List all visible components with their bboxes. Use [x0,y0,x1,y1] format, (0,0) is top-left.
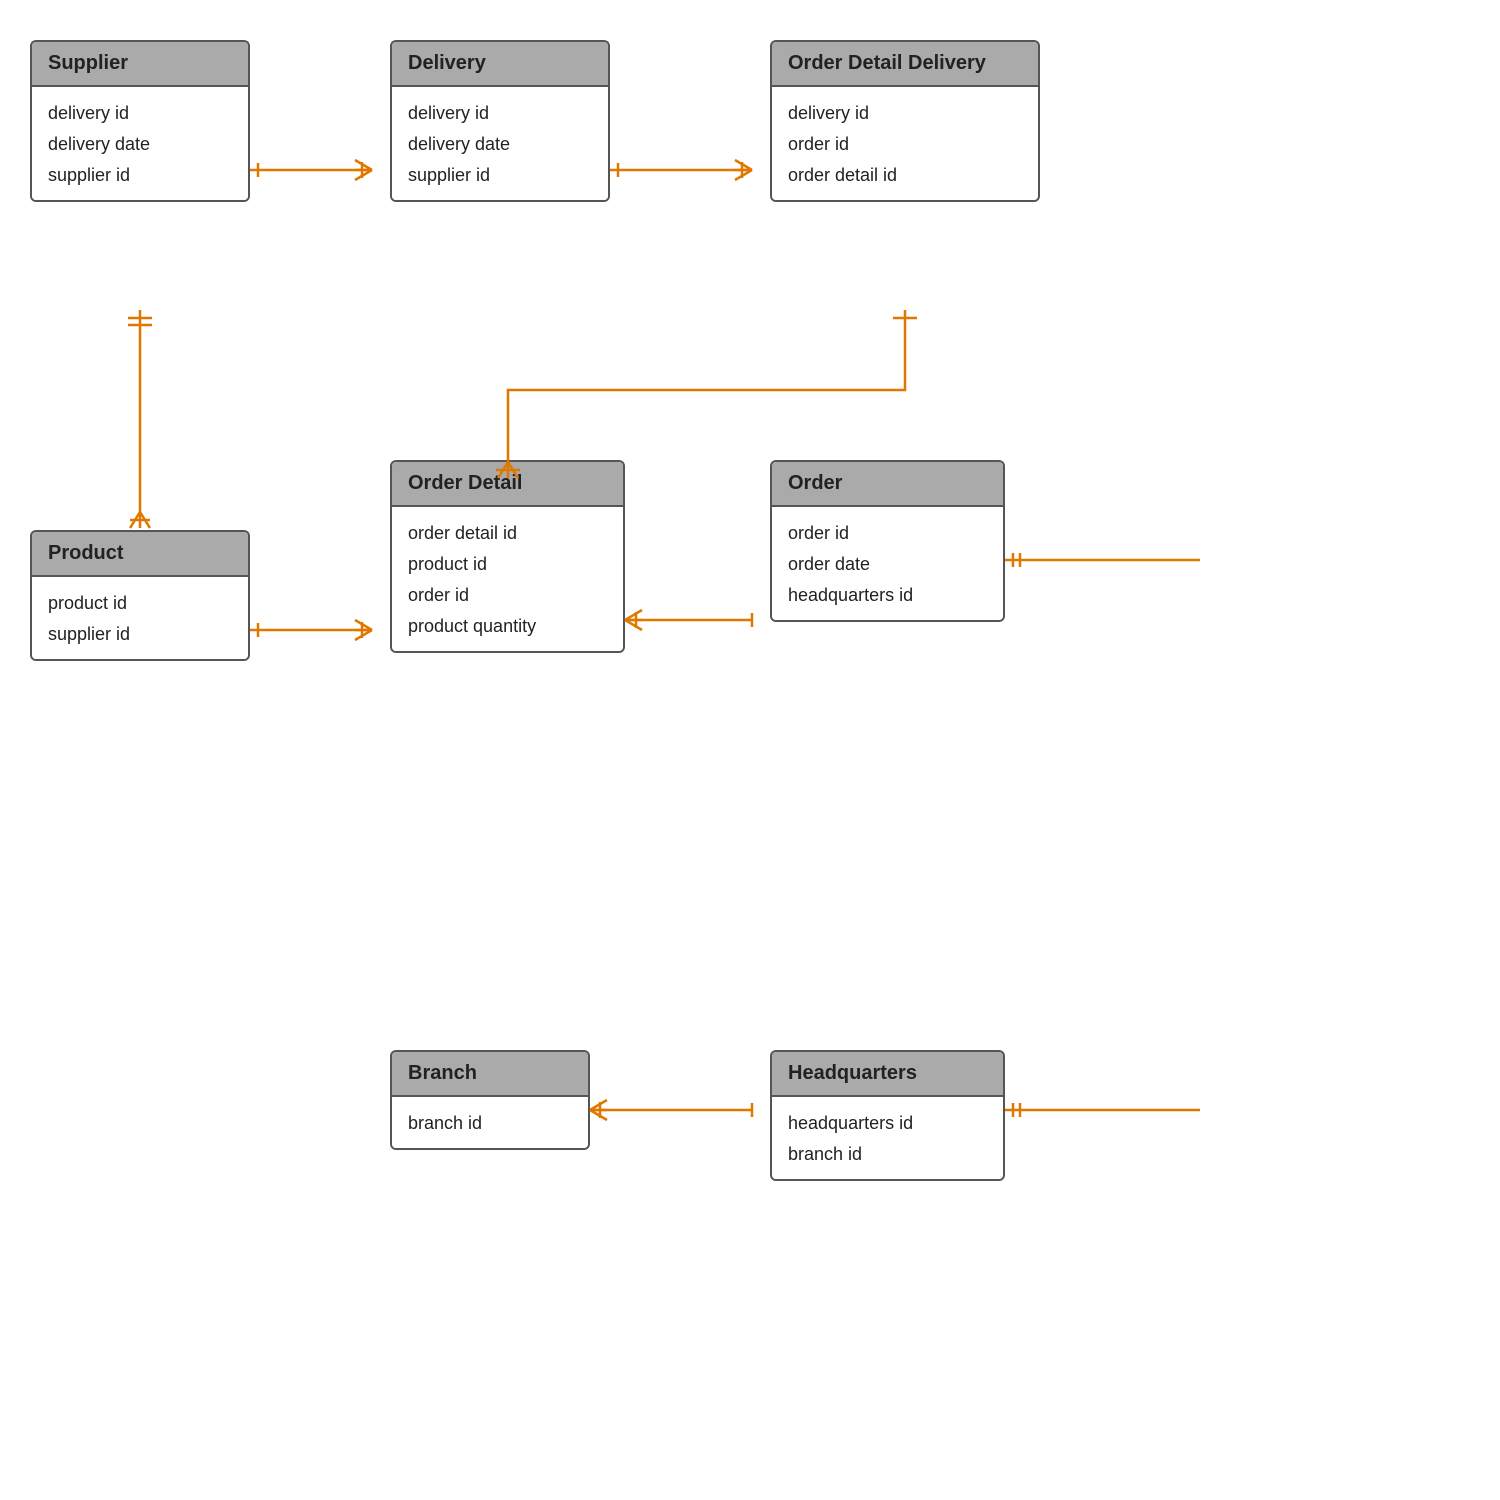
od-field-1: order detail id [408,515,607,546]
odd-field-3: order detail id [788,157,1022,188]
branch-body: branch id [392,1097,588,1148]
odd-field-2: order id [788,126,1022,157]
order-field-3: headquarters id [788,577,987,608]
od-field-2: product id [408,546,607,577]
branch-title: Branch [392,1052,588,1097]
delivery-field-3: supplier id [408,157,592,188]
delivery-body: delivery id delivery date supplier id [392,87,608,200]
od-field-4: product quantity [408,608,607,639]
order-table: Order order id order date headquarters i… [770,460,1005,622]
branch-table: Branch branch id [390,1050,590,1150]
headquarters-title: Headquarters [772,1052,1003,1097]
order-detail-delivery-table: Order Detail Delivery delivery id order … [770,40,1040,202]
delivery-title: Delivery [392,42,608,87]
hq-field-2: branch id [788,1136,987,1167]
delivery-field-1: delivery id [408,95,592,126]
order-detail-delivery-body: delivery id order id order detail id [772,87,1038,200]
hq-field-1: headquarters id [788,1105,987,1136]
supplier-table: Supplier delivery id delivery date suppl… [30,40,250,202]
headquarters-body: headquarters id branch id [772,1097,1003,1179]
supplier-field-3: supplier id [48,157,232,188]
order-detail-delivery-title: Order Detail Delivery [772,42,1038,87]
headquarters-table: Headquarters headquarters id branch id [770,1050,1005,1181]
order-title: Order [772,462,1003,507]
product-field-2: supplier id [48,616,232,647]
order-detail-body: order detail id product id order id prod… [392,507,623,651]
supplier-body: delivery id delivery date supplier id [32,87,248,200]
delivery-table: Delivery delivery id delivery date suppl… [390,40,610,202]
order-detail-table: Order Detail order detail id product id … [390,460,625,653]
er-connectors [0,0,1500,1500]
order-body: order id order date headquarters id [772,507,1003,620]
supplier-title: Supplier [32,42,248,87]
product-table: Product product id supplier id [30,530,250,661]
odd-field-1: delivery id [788,95,1022,126]
product-title: Product [32,532,248,577]
order-field-1: order id [788,515,987,546]
product-field-1: product id [48,585,232,616]
order-detail-title: Order Detail [392,462,623,507]
order-field-2: order date [788,546,987,577]
delivery-field-2: delivery date [408,126,592,157]
supplier-field-1: delivery id [48,95,232,126]
od-field-3: order id [408,577,607,608]
product-body: product id supplier id [32,577,248,659]
supplier-field-2: delivery date [48,126,232,157]
branch-field-1: branch id [408,1105,572,1136]
